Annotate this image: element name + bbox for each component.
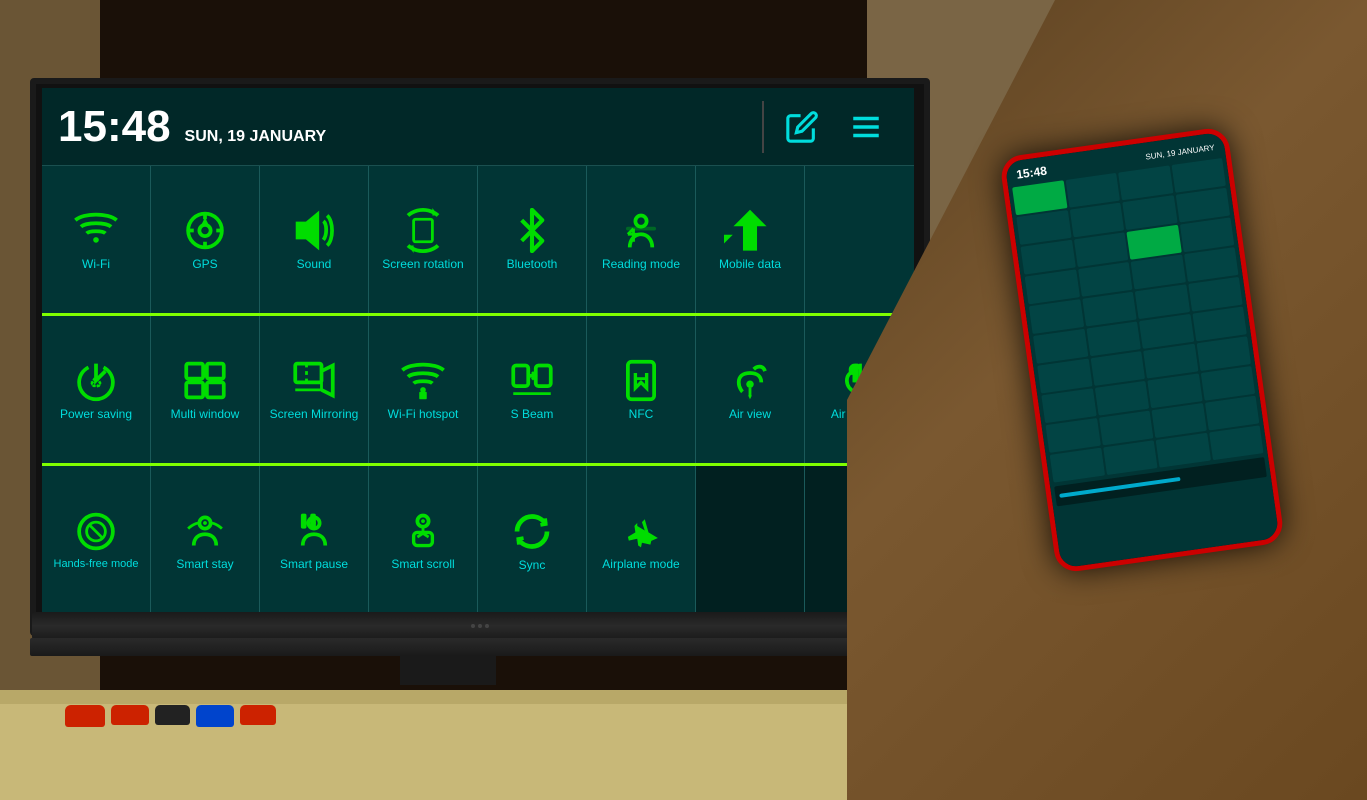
- power-saving-label: Power saving: [60, 407, 132, 421]
- phone-mini-grid: [1012, 158, 1263, 483]
- tv-screen: 15:48 SUN, 19 JANUARY: [42, 88, 914, 618]
- edit-button[interactable]: [770, 95, 834, 159]
- grid-item-screen-mirroring[interactable]: Screen Mirroring: [260, 316, 369, 463]
- smart-pause-label: Smart pause: [280, 557, 348, 571]
- grid-item-reading-mode[interactable]: Reading mode: [587, 166, 696, 313]
- grid-item-multi-window[interactable]: Multi window: [151, 316, 260, 463]
- smart-pause-icon: [288, 508, 340, 553]
- airplane-label: Airplane mode: [602, 557, 679, 571]
- air-view-label: Air view: [729, 407, 771, 421]
- tv-stand-neck: [400, 655, 496, 685]
- phone-date-small: SUN, 19 JANUARY: [1145, 142, 1215, 161]
- menu-button[interactable]: [834, 95, 898, 159]
- wifi-hotspot-label: Wi-Fi hotspot: [388, 407, 459, 421]
- mobile-data-label: Mobile data: [719, 257, 781, 271]
- power-saving-icon: ♻: [70, 358, 122, 403]
- sync-label: Sync: [519, 558, 546, 572]
- sound-icon: [288, 208, 340, 253]
- nfc-icon: [615, 358, 667, 403]
- screen-mirroring-label: Screen Mirroring: [270, 407, 359, 421]
- multi-window-label: Multi window: [171, 407, 240, 421]
- time-date: 15:48 SUN, 19 JANUARY: [58, 102, 326, 152]
- grid-item-mobile-data[interactable]: Mobile data: [696, 166, 805, 313]
- grid-row-2: ♻ Power saving Multi window Screen Mirro…: [42, 316, 914, 466]
- wifi-icon: [70, 208, 122, 253]
- screen-rotation-label: Screen rotation: [382, 257, 463, 271]
- reading-icon: [615, 208, 667, 253]
- reading-mode-label: Reading mode: [602, 257, 680, 271]
- wifi-label: Wi-Fi: [82, 257, 110, 271]
- smart-stay-label: Smart stay: [176, 557, 233, 571]
- tv-stand-base: [30, 638, 930, 656]
- gps-icon: [179, 208, 231, 253]
- sync-icon: [506, 509, 558, 554]
- multi-window-icon: [179, 358, 231, 403]
- grid-item-power-saving[interactable]: ♻ Power saving: [42, 316, 151, 463]
- grid-item-bluetooth[interactable]: Bluetooth: [478, 166, 587, 313]
- grid-item-smart-stay[interactable]: Smart stay: [151, 466, 260, 614]
- smart-stay-icon: [179, 508, 231, 553]
- date-display: SUN, 19 JANUARY: [185, 128, 327, 146]
- grid-item-gps[interactable]: GPS: [151, 166, 260, 313]
- bluetooth-icon: [506, 208, 558, 253]
- rotation-icon: [397, 208, 449, 253]
- nfc-label: NFC: [629, 407, 654, 421]
- grid-item-s-beam[interactable]: S Beam: [478, 316, 587, 463]
- hotspot-icon: [397, 358, 449, 403]
- grid-item-wifi-hotspot[interactable]: Wi-Fi hotspot: [369, 316, 478, 463]
- screen-mirroring-icon: [288, 358, 340, 403]
- grid-row-3: Hands-free mode Smart stay Smart pause: [42, 466, 914, 614]
- grid-item-smart-pause[interactable]: Smart pause: [260, 466, 369, 614]
- header-controls: [762, 95, 898, 159]
- grid-item-nfc[interactable]: NFC: [587, 316, 696, 463]
- bluetooth-label: Bluetooth: [507, 257, 558, 271]
- toy-cars: [65, 705, 276, 727]
- grid-item-wifi[interactable]: Wi-Fi: [42, 166, 151, 313]
- grid-item-air-view[interactable]: Air view: [696, 316, 805, 463]
- header-divider-line: [762, 101, 764, 153]
- tv-header: 15:48 SUN, 19 JANUARY: [42, 88, 914, 166]
- list-icon: [849, 110, 883, 144]
- air-view-icon: [724, 358, 776, 403]
- grid-row-1: Wi-Fi GPS Sound: [42, 166, 914, 316]
- shelf-edge: [0, 690, 980, 704]
- smart-scroll-icon: [397, 508, 449, 553]
- smart-scroll-label: Smart scroll: [391, 557, 454, 571]
- pencil-icon: [785, 110, 819, 144]
- grid-item-screen-rotation[interactable]: Screen rotation: [369, 166, 478, 313]
- gps-label: GPS: [192, 257, 217, 271]
- grid-item-hands-free[interactable]: Hands-free mode: [42, 466, 151, 614]
- grid-item-sound[interactable]: Sound: [260, 166, 369, 313]
- svg-text:♻: ♻: [89, 375, 102, 392]
- clock-display: 15:48: [58, 102, 171, 152]
- grid-item-empty1: [696, 466, 805, 614]
- grid-item-sync[interactable]: Sync: [478, 466, 587, 614]
- airplane-icon: [615, 508, 667, 553]
- phone-time: 15:48: [1015, 164, 1047, 182]
- grid-item-smart-scroll[interactable]: Smart scroll: [369, 466, 478, 614]
- s-beam-label: S Beam: [511, 407, 554, 421]
- sound-label: Sound: [297, 257, 332, 271]
- mobile-data-icon: [724, 208, 776, 253]
- grid-item-airplane[interactable]: Airplane mode: [587, 466, 696, 614]
- grid-item-extra1[interactable]: [805, 166, 914, 313]
- beam-icon: [506, 358, 558, 403]
- hands-free-icon: [70, 509, 122, 554]
- hands-free-label: Hands-free mode: [54, 558, 139, 571]
- soundbar: [32, 612, 928, 640]
